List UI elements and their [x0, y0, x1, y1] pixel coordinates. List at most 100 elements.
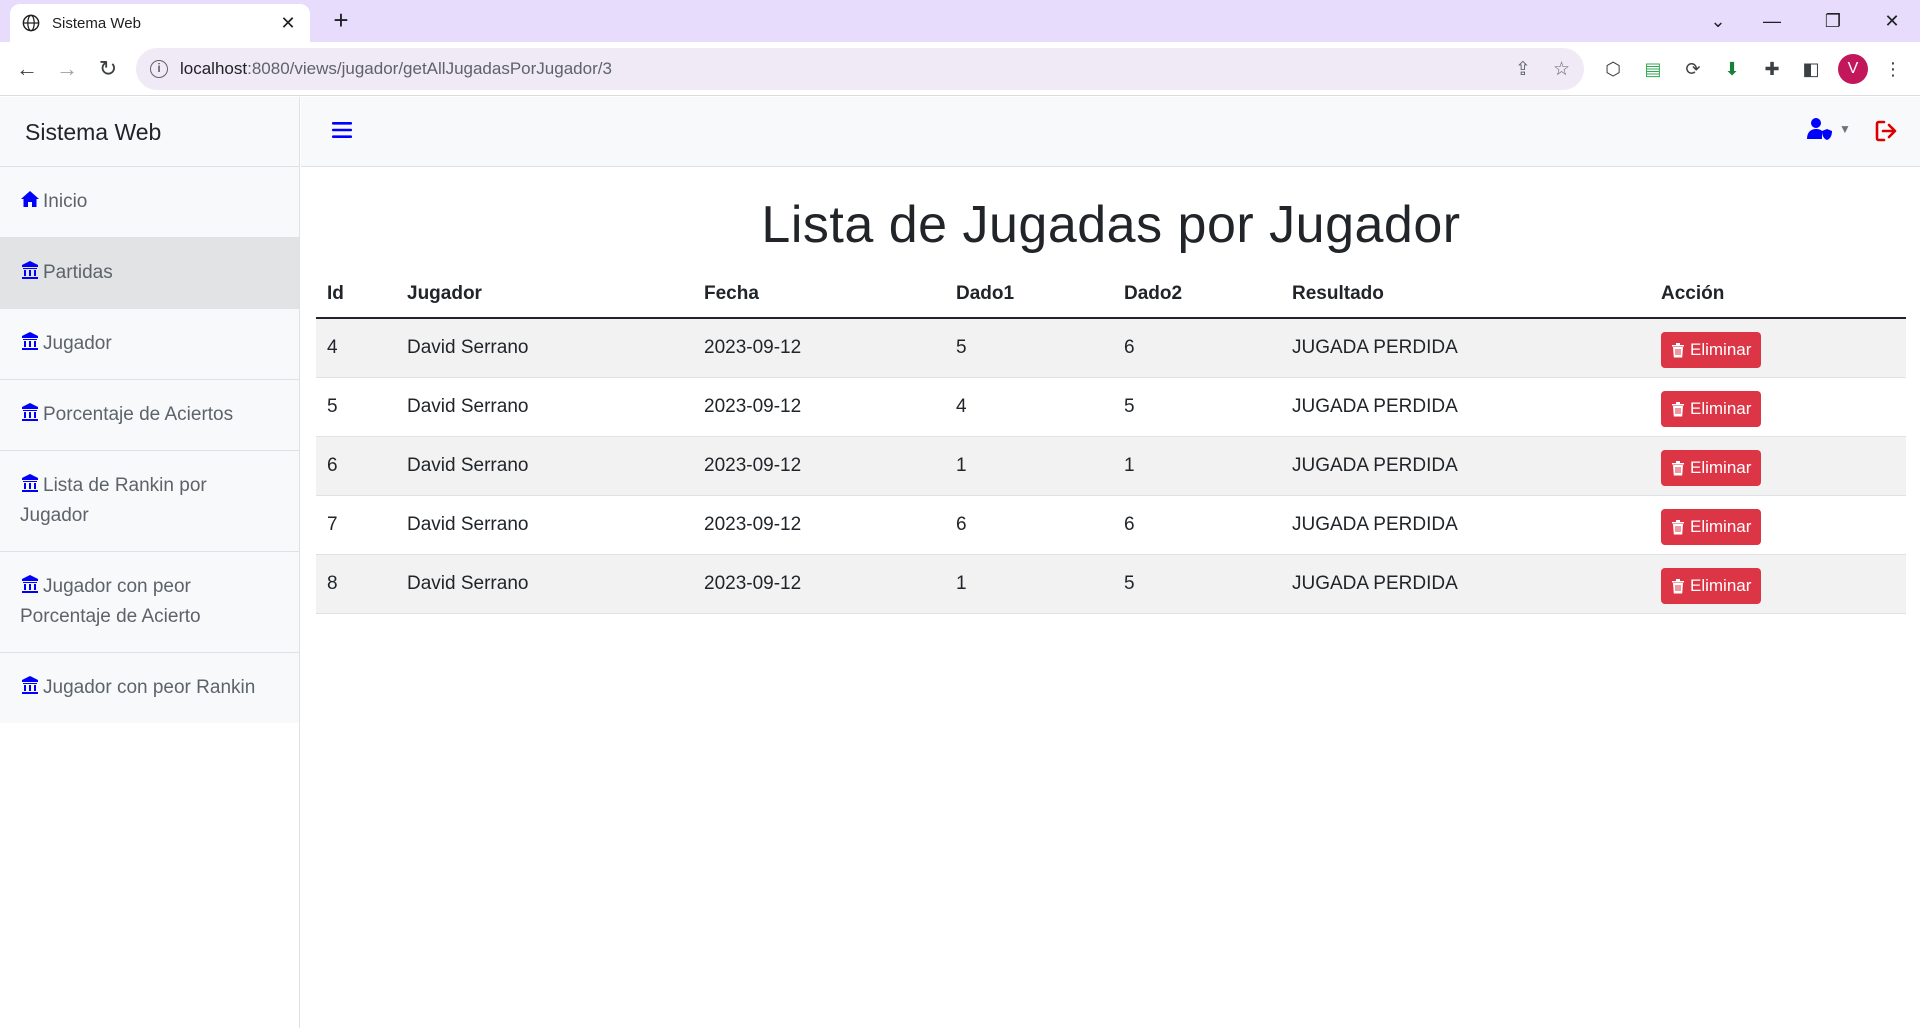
globe-icon — [22, 14, 40, 32]
cell-jugador: David Serrano — [396, 436, 693, 496]
column-header-dado1: Dado1 — [945, 271, 1113, 319]
new-tab-icon[interactable]: + — [326, 6, 356, 36]
eliminar-button[interactable]: Eliminar — [1661, 508, 1762, 545]
trash-icon — [1672, 519, 1684, 534]
browser-tab[interactable]: Sistema Web ✕ — [10, 4, 310, 42]
extension-cube-icon[interactable]: ⬡ — [1600, 56, 1626, 82]
extension-sheet-icon[interactable]: ▤ — [1640, 56, 1666, 82]
column-header-jugador: Jugador — [396, 271, 693, 319]
sidebar: Sistema Web Inicio Partidas Jugador Porc… — [0, 97, 300, 1028]
main-content: Lista de Jugadas por Jugador Id Jugador … — [316, 167, 1906, 614]
share-icon[interactable]: ⇪ — [1515, 58, 1531, 81]
address-bar[interactable]: i localhost:8080/views/jugador/getAllJug… — [136, 48, 1584, 90]
table-row: 8 David Serrano 2023-09-12 1 5 JUGADA PE… — [316, 554, 1906, 614]
eliminar-button-label: Eliminar — [1690, 398, 1752, 418]
column-header-dado2: Dado2 — [1113, 271, 1281, 319]
cell-resultado: JUGADA PERDIDA — [1281, 554, 1650, 614]
sidebar-item-label: Inicio — [43, 191, 88, 212]
caret-down-icon: ▼ — [1839, 122, 1851, 136]
back-icon[interactable]: ← — [12, 54, 42, 84]
cell-resultado: JUGADA PERDIDA — [1281, 318, 1650, 378]
window-close-icon[interactable]: ✕ — [1872, 6, 1912, 36]
eliminar-button[interactable]: Eliminar — [1661, 567, 1762, 604]
browser-tab-strip: Sistema Web ✕ + ⌄ — ❐ ✕ — [0, 0, 1920, 42]
eliminar-button[interactable]: Eliminar — [1661, 390, 1762, 427]
restore-icon[interactable]: ❐ — [1813, 6, 1853, 36]
cell-fecha: 2023-09-12 — [693, 495, 945, 555]
sidebar-menu: Inicio Partidas Jugador Porcentaje de Ac… — [0, 167, 299, 723]
url-path: :8080/views/jugador/getAllJugadasPorJuga… — [247, 59, 612, 78]
minimize-icon[interactable]: — — [1752, 6, 1792, 36]
sidebar-item-peor-porcentaje[interactable]: Jugador con peor Porcentaje de Acierto — [0, 552, 299, 653]
user-shield-icon — [1807, 118, 1832, 140]
cell-accion: Eliminar — [1650, 436, 1906, 496]
building-icon — [22, 676, 38, 694]
cell-dado1: 6 — [945, 495, 1113, 555]
cell-id: 5 — [316, 377, 396, 437]
hamburger-icon[interactable] — [331, 119, 353, 141]
cell-accion: Eliminar — [1650, 318, 1906, 378]
cell-resultado: JUGADA PERDIDA — [1281, 495, 1650, 555]
cell-id: 8 — [316, 554, 396, 614]
sidebar-item-porcentaje-aciertos[interactable]: Porcentaje de Aciertos — [0, 380, 299, 451]
eliminar-button-label: Eliminar — [1690, 575, 1752, 595]
cell-resultado: JUGADA PERDIDA — [1281, 377, 1650, 437]
cell-dado1: 5 — [945, 318, 1113, 378]
extension-sync-icon[interactable]: ⟳ — [1680, 56, 1706, 82]
profile-avatar[interactable]: V — [1838, 54, 1868, 84]
cell-accion: Eliminar — [1650, 377, 1906, 437]
reload-icon[interactable]: ↻ — [93, 54, 123, 84]
column-header-fecha: Fecha — [693, 271, 945, 319]
sidebar-item-label: Jugador con peor Porcentaje de Acierto — [20, 576, 201, 627]
building-icon — [22, 332, 38, 350]
sidebar-item-ranking-por-jugador[interactable]: Lista de Rankin por Jugador — [0, 451, 299, 552]
user-dropdown-toggle[interactable]: ▼ — [1807, 117, 1851, 141]
download-icon[interactable]: ⬇ — [1719, 56, 1745, 82]
trash-icon — [1672, 401, 1684, 416]
sidebar-item-jugador[interactable]: Jugador — [0, 309, 299, 380]
eliminar-button[interactable]: Eliminar — [1661, 449, 1762, 486]
sidebar-item-label: Partidas — [43, 262, 113, 283]
side-panel-icon[interactable]: ◧ — [1798, 56, 1824, 82]
building-icon — [22, 575, 38, 593]
cell-resultado: JUGADA PERDIDA — [1281, 436, 1650, 496]
sidebar-item-partidas[interactable]: Partidas — [0, 238, 299, 309]
cell-dado1: 1 — [945, 436, 1113, 496]
cell-fecha: 2023-09-12 — [693, 436, 945, 496]
top-navbar: ▼ — [301, 97, 1920, 167]
close-tab-icon[interactable]: ✕ — [278, 13, 298, 34]
building-icon — [22, 261, 38, 279]
cell-jugador: David Serrano — [396, 377, 693, 437]
sidebar-item-inicio[interactable]: Inicio — [0, 167, 299, 238]
cell-fecha: 2023-09-12 — [693, 377, 945, 437]
eliminar-button-label: Eliminar — [1690, 457, 1752, 477]
table-header-row: Id Jugador Fecha Dado1 Dado2 Resultado A… — [316, 271, 1906, 319]
tab-title: Sistema Web — [52, 14, 141, 32]
cell-dado2: 6 — [1113, 495, 1281, 555]
tab-search-chevron-icon[interactable]: ⌄ — [1698, 6, 1738, 36]
forward-icon[interactable]: → — [52, 54, 82, 84]
cell-fecha: 2023-09-12 — [693, 554, 945, 614]
bookmark-star-icon[interactable]: ☆ — [1553, 58, 1570, 81]
logout-icon[interactable] — [1874, 118, 1900, 144]
site-info-icon[interactable]: i — [150, 60, 168, 78]
column-header-accion: Acción — [1650, 271, 1906, 319]
table-row: 4 David Serrano 2023-09-12 5 6 JUGADA PE… — [316, 318, 1906, 378]
building-icon — [22, 403, 38, 421]
sidebar-item-label: Porcentaje de Aciertos — [43, 404, 234, 425]
cell-id: 4 — [316, 318, 396, 378]
extensions-puzzle-icon[interactable]: ✚ — [1759, 56, 1785, 82]
trash-icon — [1672, 342, 1684, 358]
cell-dado2: 5 — [1113, 554, 1281, 614]
cell-fecha: 2023-09-12 — [693, 318, 945, 378]
cell-dado1: 4 — [945, 377, 1113, 437]
table-row: 6 David Serrano 2023-09-12 1 1 JUGADA PE… — [316, 436, 1906, 496]
trash-icon — [1672, 460, 1684, 475]
sidebar-item-peor-rankin[interactable]: Jugador con peor Rankin — [0, 653, 299, 723]
cell-jugador: David Serrano — [396, 554, 693, 614]
page-title: Lista de Jugadas por Jugador — [761, 196, 1461, 254]
eliminar-button[interactable]: Eliminar — [1661, 331, 1762, 368]
browser-menu-icon[interactable]: ⋮ — [1880, 56, 1906, 82]
sidebar-brand[interactable]: Sistema Web — [0, 97, 299, 167]
jugadas-table: Id Jugador Fecha Dado1 Dado2 Resultado A… — [316, 271, 1906, 614]
